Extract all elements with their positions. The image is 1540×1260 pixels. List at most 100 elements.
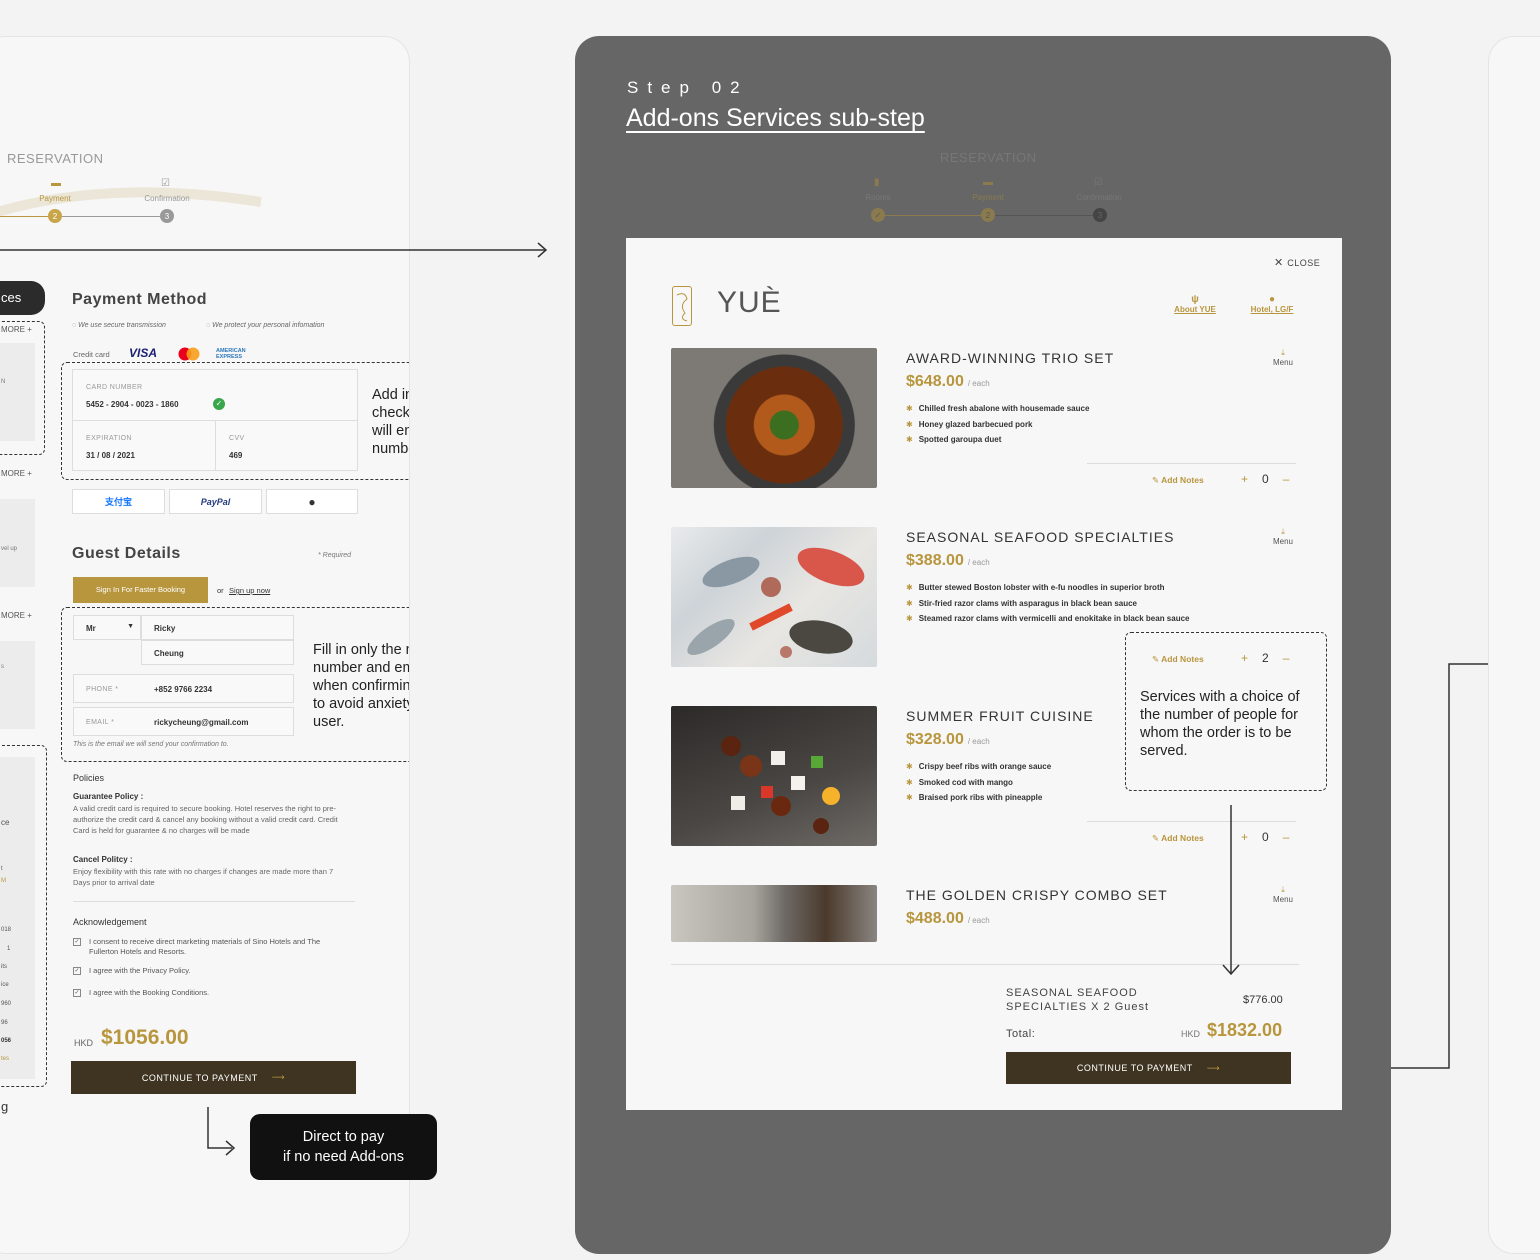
continue-to-payment-button[interactable]: CONTINUE TO PAYMENT ⟶	[71, 1061, 356, 1094]
item-feature: Crispy beef ribs with orange sauce	[906, 762, 1051, 771]
paypal-button[interactable]: PayPal	[169, 489, 262, 514]
add-notes-button[interactable]: ✎ Add Notes	[1152, 654, 1204, 665]
ack-title: Acknowledgement	[73, 917, 147, 927]
item-title: THE GOLDEN CRISPY COMBO SET	[906, 887, 1168, 903]
item-price: $328.00/ each	[906, 731, 990, 748]
add-notes-button[interactable]: ✎ Add Notes	[1152, 475, 1204, 486]
guarantee-policy-text: A valid credit card is required to secur…	[73, 804, 338, 835]
addons-tab[interactable]: ces	[0, 281, 45, 315]
minus-icon: –	[1282, 830, 1290, 844]
plus-icon: +	[1241, 830, 1249, 844]
yue-logo-text: YUÈ	[717, 286, 782, 319]
more-link[interactable]: MORE +	[1, 611, 32, 620]
summary-price: $776.00	[1243, 994, 1283, 1006]
item-price: $488.00/ each	[906, 910, 990, 927]
bed-icon: ▮	[874, 177, 880, 188]
item-title: AWARD-WINNING TRIO SET	[906, 350, 1115, 366]
location-pin-icon: ●	[1268, 294, 1276, 305]
side-fragment: tes	[1, 1056, 10, 1062]
payment-method-title: Payment Method	[72, 291, 208, 308]
step-rooms-dot: ✓	[871, 208, 885, 222]
ack-checkbox-3[interactable]: ✓ I agree with the Booking Conditions.	[73, 988, 209, 997]
item-price: $388.00/ each	[906, 552, 990, 569]
continue-to-payment-button[interactable]: CONTINUE TO PAYMENT ⟶	[1006, 1052, 1291, 1084]
add-notes-button[interactable]: ✎ Add Notes	[1152, 833, 1204, 844]
close-button[interactable]: ✕ CLOSE	[1274, 256, 1320, 269]
next-screen-panel	[1488, 36, 1540, 1254]
menu-download[interactable]: ⤓Menu	[1271, 348, 1295, 367]
side-fragment: vel up	[1, 546, 18, 552]
down-arrow	[1222, 805, 1240, 976]
annotation-box-card	[61, 362, 409, 480]
item-feature: Smoked cod with mango	[906, 778, 1013, 787]
checkbox-icon: ✓	[73, 967, 81, 975]
or-label: or	[217, 586, 224, 595]
checkbox-icon: ✓	[73, 989, 81, 997]
more-link[interactable]: MORE +	[1, 469, 32, 478]
sign-in-button[interactable]: Sign In For Faster Booking	[73, 577, 208, 603]
direct-pay-callout: Direct to pay if no need Add-ons	[250, 1114, 437, 1180]
yue-logo-mark	[672, 286, 692, 326]
step-payment-label: Payment	[972, 193, 1004, 202]
ack-checkbox-2[interactable]: ✓ I agree with the Privacy Policy.	[73, 966, 191, 975]
reservation-heading: RESERVATION	[940, 150, 1037, 165]
menu-download[interactable]: ⤓Menu	[1271, 885, 1295, 904]
cancel-policy-title: Cancel Politcy :	[73, 855, 133, 864]
pencil-icon: ✎	[1152, 475, 1162, 485]
total-amount: $1832.00	[1207, 1020, 1283, 1040]
step-confirmation-dot: 3	[1093, 208, 1107, 222]
checklist-icon: ☑	[161, 178, 170, 189]
download-icon: ⤓	[1281, 348, 1285, 357]
side-fragment: s	[1, 664, 4, 670]
about-yue-link[interactable]: ψ About YUE	[1172, 294, 1218, 314]
annotation-people-note: Services with a choice of the number of …	[1140, 689, 1300, 759]
item-feature: Stir-fried razor clams with asparagus in…	[906, 599, 1137, 608]
fork-knife-icon: ψ	[1191, 294, 1199, 305]
menu-download[interactable]: ⤓Menu	[1271, 527, 1295, 546]
apple-pay-button[interactable]: ●	[266, 489, 358, 514]
guest-details-title: Guest Details	[72, 545, 181, 562]
divider	[1087, 463, 1296, 464]
secure-note: ◌ We use secure transmission	[72, 322, 166, 329]
download-icon: ⤓	[1281, 885, 1285, 894]
step-confirmation-label: Confirmation	[1076, 193, 1122, 202]
sign-up-link[interactable]: Sign up now	[229, 586, 270, 595]
close-icon: ✕	[1274, 257, 1288, 269]
alipay-button[interactable]: 支付宝	[72, 489, 165, 514]
item-feature: Butter stewed Boston lobster with e-fu n…	[906, 583, 1165, 592]
side-card	[0, 757, 35, 1079]
total-currency: HKD	[1181, 1029, 1201, 1039]
total-amount: $1056.00	[101, 1026, 189, 1049]
divider	[73, 901, 355, 902]
location-link[interactable]: ● Hotel, LG/F	[1246, 294, 1298, 314]
side-fragment: t	[1, 866, 3, 872]
quantity-stepper[interactable]: +0–	[1241, 830, 1289, 844]
substep-title: Add-ons Services sub-step	[626, 104, 925, 132]
side-fragment: 056	[1, 1038, 12, 1044]
pencil-icon: ✎	[1152, 654, 1162, 664]
quantity-stepper[interactable]: +0–	[1241, 472, 1289, 486]
divider	[671, 964, 1299, 965]
privacy-note: ◌ We protect your personal infomation	[206, 322, 325, 329]
more-link[interactable]: MORE +	[1, 325, 32, 334]
apple-icon: ●	[308, 495, 316, 509]
annotation-card-note: Add in an error checking indicator that …	[372, 387, 410, 457]
step-payment-dot: 2	[981, 208, 995, 222]
item-price: $648.00/ each	[906, 373, 990, 390]
side-fragment: M	[1, 878, 6, 884]
quantity-stepper[interactable]: +2–	[1241, 651, 1289, 665]
plus-icon: +	[1241, 472, 1249, 486]
cancel-policy-text: Enjoy flexibility with this rate with no…	[73, 867, 334, 887]
ack-checkbox-1[interactable]: ✓ I consent to receive direct marketing m…	[73, 937, 348, 957]
card-icon: ▬	[983, 177, 993, 188]
item-feature: Honey glazed barbecued pork	[906, 420, 1033, 429]
required-note: * Required	[318, 552, 352, 559]
step-line	[0, 216, 48, 217]
side-card	[0, 343, 35, 441]
item-title: SUMMER FRUIT CUISINE	[906, 708, 1094, 724]
side-fragment: 018	[1, 927, 12, 933]
step-label: Step 02	[627, 78, 749, 97]
minus-icon: –	[1282, 472, 1290, 486]
total-label: Total:	[1006, 1028, 1036, 1040]
checklist-icon: ☑	[1094, 177, 1103, 188]
